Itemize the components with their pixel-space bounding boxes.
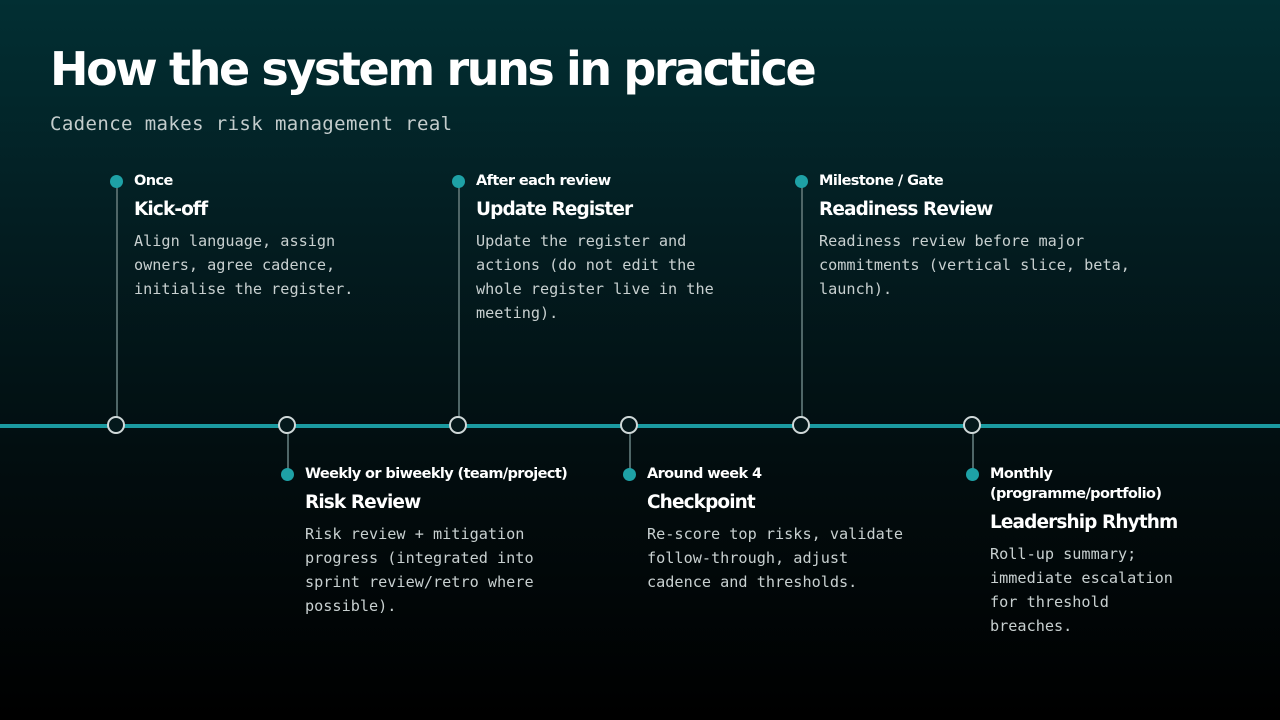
timeline-event-leadership-rhythm: Monthly (programme/portfolio) Leadership… [990,464,1240,638]
event-description: Update the register and actions (do not … [476,232,714,322]
event-frequency: After each review [476,173,611,189]
event-description: Readiness review before major commitment… [819,232,1130,298]
event-marker-dot [623,468,636,481]
event-description: Re-score top risks, validate follow-thro… [647,525,904,591]
page-title: How the system runs in practice [50,42,817,96]
event-description: Roll-up summary; immediate escalation fo… [990,545,1173,635]
event-marker-dot [452,175,465,188]
event-frequency: Around week 4 [647,466,762,482]
timeline-node [107,416,125,434]
event-title: Checkpoint [647,492,756,513]
timeline-node [449,416,467,434]
timeline-node [963,416,981,434]
timeline-event-readiness-review: Milestone / Gate Readiness Review Readin… [819,171,1179,301]
timeline-connector [801,182,803,418]
timeline-event-checkpoint: Around week 4 Checkpoint Re-score top ri… [647,464,937,594]
page-subtitle: Cadence makes risk management real [50,113,453,135]
event-title: Kick-off [134,199,208,220]
timeline-connector [458,182,460,418]
event-description: Risk review + mitigation progress (integ… [305,525,534,615]
event-frequency: Weekly or biweekly (team/project) [305,466,568,482]
event-frequency: Once [134,173,173,189]
timeline-node [792,416,810,434]
timeline-connector [116,182,118,418]
timeline-event-risk-review: Weekly or biweekly (team/project) Risk R… [305,464,575,618]
event-title: Readiness Review [819,199,993,220]
event-title: Risk Review [305,492,421,513]
event-marker-dot [966,468,979,481]
event-description: Align language, assign owners, agree cad… [134,232,354,298]
event-marker-dot [110,175,123,188]
event-title: Leadership Rhythm [990,512,1178,533]
timeline-axis [0,424,1280,428]
event-frequency: Milestone / Gate [819,173,944,189]
event-marker-dot [281,468,294,481]
timeline-event-kick-off: Once Kick-off Align language, assign own… [134,171,384,301]
timeline-event-update-register: After each review Update Register Update… [476,171,726,325]
event-marker-dot [795,175,808,188]
event-title: Update Register [476,199,633,220]
event-frequency: Monthly (programme/portfolio) [990,466,1162,502]
timeline-node [620,416,638,434]
timeline-node [278,416,296,434]
